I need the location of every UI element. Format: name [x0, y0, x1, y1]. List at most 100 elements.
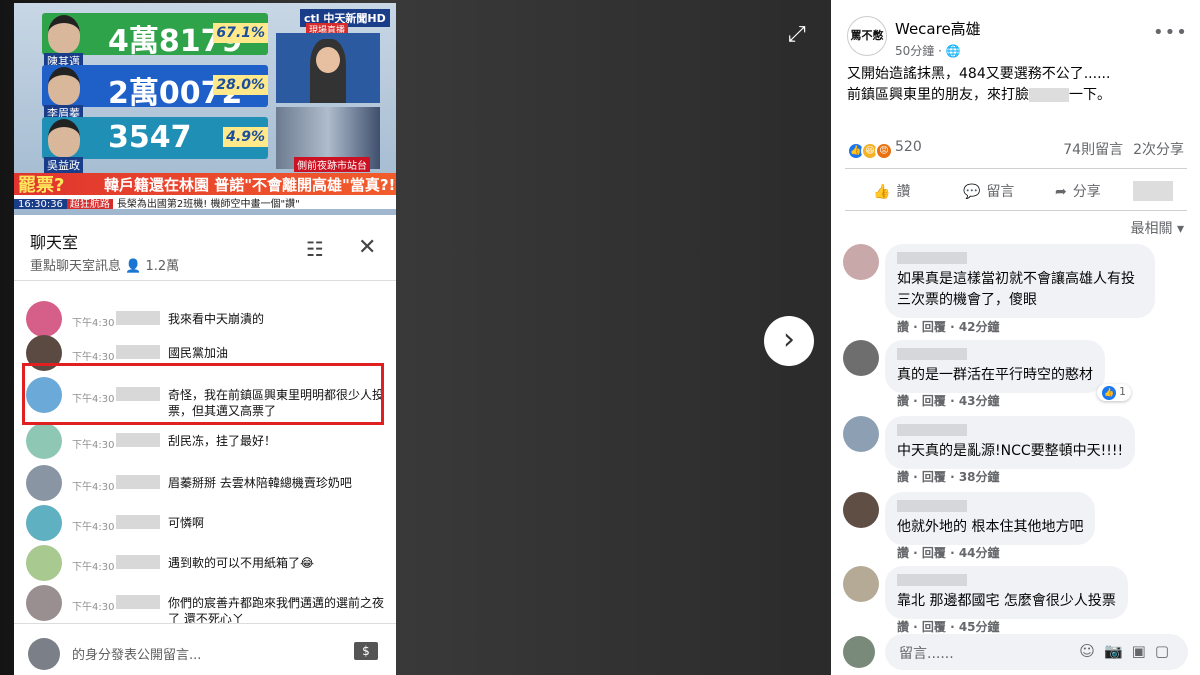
- blurred-username: [116, 515, 160, 529]
- divider: [845, 210, 1187, 211]
- comment-composer[interactable]: 留言...... ☺📷▣▢: [843, 634, 1188, 670]
- camera-icon: 📷: [1103, 642, 1132, 660]
- comment-button[interactable]: 💬 留言: [963, 181, 1014, 201]
- photo-viewer-stage: ctl 中天新聞HD 現場直播 4萬8179 67.1% 陳其邁 2萬0072 28.0…: [0, 0, 831, 675]
- post-line-1: 又開始造謠抹黑，484又要選務不公了......: [847, 66, 1111, 82]
- vote-percent: 67.1%: [213, 23, 268, 43]
- blurred-username: [116, 311, 160, 325]
- blurred-commenter-name[interactable]: [897, 574, 967, 586]
- share-icon: ➦: [1055, 184, 1067, 200]
- comment-actions[interactable]: 讚 · 回覆 · 38分鐘: [897, 468, 1000, 485]
- emoji-icon: ☺: [1079, 642, 1104, 660]
- chat-avatar: [26, 585, 62, 621]
- commenter-avatar[interactable]: [843, 492, 879, 528]
- commenter-avatar[interactable]: [843, 416, 879, 452]
- ticker-label: 超狂航路: [66, 199, 113, 209]
- message-text: 刮民冻，挂了最好！: [168, 434, 277, 448]
- tv-broadcast: ctl 中天新聞HD 現場直播 4萬8179 67.1% 陳其邁 2萬0072 28.0…: [14, 3, 396, 215]
- headline-text: 韓戶籍還在林園 普諾"不會離開高雄"當真?!: [104, 176, 396, 194]
- commenter-avatar[interactable]: [843, 340, 879, 376]
- comment-like-badge[interactable]: 👍 1: [1097, 384, 1131, 401]
- comments-count[interactable]: 74則留言: [1063, 142, 1123, 158]
- highlight-box: [22, 363, 384, 425]
- chat-message[interactable]: 下午4:30 你們的宸善卉都跑來我們邁邁的選前之夜了 還不死心ㄚ: [14, 579, 396, 626]
- tune-icon[interactable]: ☷: [306, 237, 324, 261]
- like-button[interactable]: 👍 讚: [873, 181, 910, 201]
- reaction-icons[interactable]: 👍 😆 😡: [847, 138, 893, 160]
- comment-bubble: 中天真的是亂源!NCC要整頓中天!!!!: [885, 416, 1136, 469]
- divider: [845, 168, 1187, 169]
- sort-dropdown[interactable]: 最相關 ▾: [1131, 218, 1184, 238]
- next-photo-button[interactable]: ›: [764, 316, 814, 366]
- share-button[interactable]: ➦ 分享: [1055, 181, 1101, 201]
- comment-text: 真的是一群活在平行時空的憨材: [897, 367, 1093, 383]
- post-text: 又開始造謠抹黑，484又要選務不公了...... 前鎮區興東里的朋友，來打臉 一下…: [847, 64, 1187, 106]
- comment-bubble: 真的是一群活在平行時空的憨材: [885, 340, 1105, 393]
- reaction-count[interactable]: 520: [895, 139, 922, 155]
- comment-actions[interactable]: 讚 · 回覆 · 42分鐘: [897, 318, 1000, 335]
- thumbs-up-icon: 👍: [873, 184, 891, 200]
- chat-message[interactable]: 下午4:30 國民黨加油: [14, 329, 396, 371]
- composer-icons[interactable]: ☺📷▣▢: [1079, 642, 1178, 660]
- chat-composer[interactable]: 的身分發表公開留言... $: [14, 623, 396, 675]
- user-avatar: [28, 638, 60, 670]
- comment-text: 如果真是這樣當初就不會讓高雄人有投三次票的機會了，傻眼: [897, 271, 1135, 308]
- chat-input[interactable]: 的身分發表公開留言...: [72, 644, 362, 663]
- comment-actions[interactable]: 讚 · 回覆 · 44分鐘: [897, 544, 1000, 561]
- shares-count[interactable]: 2次分享: [1133, 142, 1184, 158]
- candidate-photo: [48, 119, 80, 157]
- super-chat-icon[interactable]: $: [354, 642, 378, 660]
- vote-percent: 4.9%: [223, 127, 268, 147]
- post-time[interactable]: 50分鐘 ·: [895, 44, 946, 58]
- sticker-icon: ▢: [1154, 642, 1178, 660]
- blurred-avatar[interactable]: [1133, 181, 1173, 201]
- chat-message[interactable]: 下午4:30 遇到軟的可以不用紙箱了😂: [14, 539, 396, 581]
- fullscreen-icon[interactable]: ⤢: [788, 22, 806, 47]
- chat-title: 聊天室: [30, 233, 79, 252]
- blurred-name: [1029, 88, 1069, 102]
- chat-message[interactable]: 下午4:30 我來看中天崩潰的: [14, 295, 396, 337]
- post-meta: 50分鐘 · 🌐: [895, 42, 961, 59]
- chat-message[interactable]: 下午4:30 可憐啊: [14, 499, 396, 541]
- message-text: 國民黨加油: [168, 346, 229, 360]
- crowd-caption: 側前夜跡市站台: [294, 157, 370, 172]
- message-time: 下午4:30: [72, 318, 115, 329]
- comment-input[interactable]: 留言...... ☺📷▣▢: [885, 634, 1188, 670]
- comment-bubble: 如果真是這樣當初就不會讓高雄人有投三次票的機會了，傻眼: [885, 244, 1155, 318]
- page-avatar[interactable]: 罵不憋: [847, 16, 887, 56]
- message-time: 下午4:30: [72, 482, 115, 493]
- chat-avatar: [26, 505, 62, 541]
- news-ticker: 16:30:36 超狂航路 長榮為出國第2班機! 機師空中畫一個"讚": [14, 195, 396, 209]
- commenter-avatar[interactable]: [843, 244, 879, 280]
- chat-subtitle[interactable]: 重點聊天室訊息 👤 1.2萬: [30, 255, 179, 274]
- chat-mode-label: 重點聊天室訊息: [30, 259, 122, 274]
- ticker-text: 長榮為出國第2班機! 機師空中畫一個"讚": [116, 199, 300, 209]
- blurred-commenter-name[interactable]: [897, 252, 967, 264]
- message-text: 遇到軟的可以不用紙箱了😂: [168, 556, 315, 570]
- blurred-username: [116, 595, 160, 609]
- globe-icon: 🌐: [945, 44, 961, 58]
- more-options-icon[interactable]: •••: [1153, 22, 1188, 43]
- user-avatar: [843, 636, 875, 668]
- blurred-commenter-name[interactable]: [897, 424, 967, 436]
- candidate-photo: [48, 67, 80, 105]
- post-sidebar: 罵不憋 Wecare高雄 50分鐘 · 🌐 ••• 又開始造謠抹黑，484又要選…: [831, 0, 1200, 675]
- chat-message[interactable]: 下午4:30 眉蓁掰掰 去雲林陪韓總機賣珍奶吧: [14, 459, 396, 501]
- gif-icon: ▣: [1131, 642, 1155, 660]
- commenter-avatar[interactable]: [843, 566, 879, 602]
- candidate-photo: [48, 15, 80, 53]
- message-time: 下午4:30: [72, 352, 115, 363]
- headline-left: 罷票?: [18, 175, 65, 196]
- page-name[interactable]: Wecare高雄: [895, 18, 981, 39]
- angry-reaction-icon: 😡: [875, 142, 893, 160]
- blurred-commenter-name[interactable]: [897, 348, 967, 360]
- message-time: 下午4:30: [72, 440, 115, 451]
- chat-avatar: [26, 465, 62, 501]
- blurred-commenter-name[interactable]: [897, 500, 967, 512]
- close-icon[interactable]: ✕: [358, 235, 376, 260]
- comment-actions[interactable]: 讚 · 回覆 · 45分鐘: [897, 618, 1000, 635]
- vote-count: 3547: [108, 120, 192, 155]
- headline-banner: 罷票? 韓戶籍還在林園 普諾"不會離開高雄"當真?!: [14, 173, 396, 196]
- comment-actions[interactable]: 讚 · 回覆 · 43分鐘: [897, 392, 1000, 409]
- blurred-username: [116, 475, 160, 489]
